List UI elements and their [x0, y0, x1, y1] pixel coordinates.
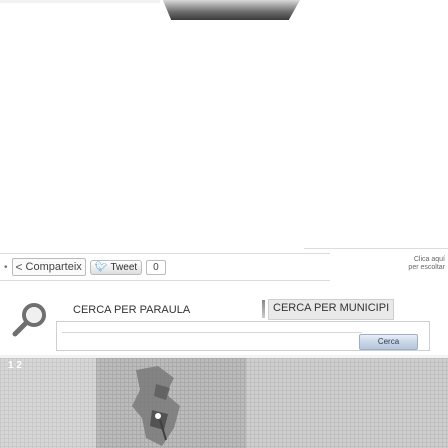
search-button[interactable]: Cerca — [359, 334, 418, 350]
tweet-count: 0 — [146, 259, 166, 275]
tab-separator — [262, 300, 265, 318]
listen-line-1: Clica aquí — [413, 256, 445, 263]
twitter-icon: 🐦︎ — [94, 261, 108, 273]
tweet-button[interactable]: 🐦︎ Tweet — [89, 259, 143, 275]
top-banner — [0, 0, 448, 30]
share-bar: • < Comparteix 🐦︎ Tweet 0 — [0, 253, 330, 281]
share-label: Comparteix — [25, 261, 82, 273]
listen-link[interactable]: Clica aquí per escoltar — [385, 256, 445, 272]
tab-search-word[interactable]: CERCA PER PARAULA — [73, 304, 190, 316]
input-underline — [62, 332, 362, 333]
map-tile-right — [246, 358, 448, 448]
top-divider — [0, 0, 160, 3]
share-button[interactable]: < Comparteix — [11, 258, 86, 276]
search-icon — [10, 299, 50, 339]
map-marker-icon — [155, 413, 161, 419]
map-region-drawing — [132, 366, 180, 446]
bullet: • — [4, 261, 8, 273]
share-icon: < — [15, 260, 23, 274]
share-divider — [304, 248, 448, 249]
tweet-label: Tweet — [110, 261, 138, 273]
tab-search-municipi[interactable]: CERCA PER MUNICIPI — [268, 299, 395, 320]
listen-line-2: per escoltar — [408, 264, 445, 271]
top-decoration — [162, 0, 300, 20]
zoom-label: 1 2 — [8, 360, 22, 371]
